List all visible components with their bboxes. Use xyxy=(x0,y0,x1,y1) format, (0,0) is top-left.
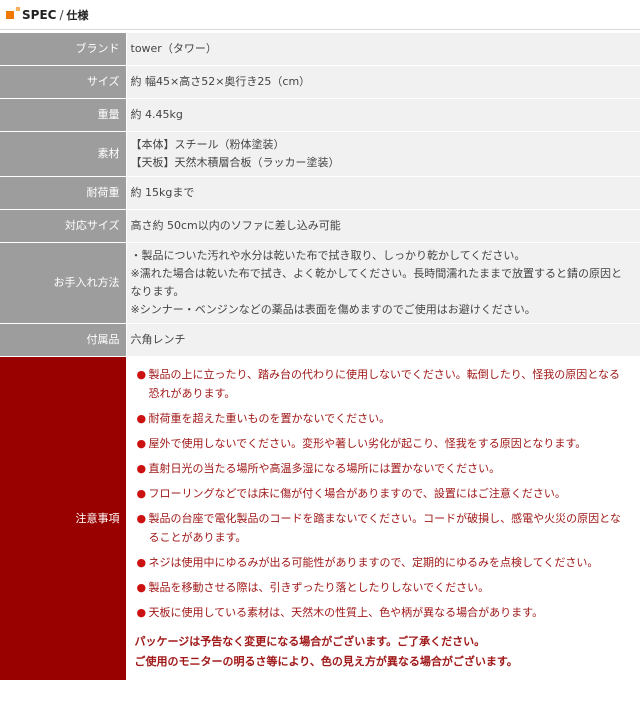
spec-value: 高さ約 50cm以内のソファに差し込み可能 xyxy=(125,209,640,243)
spec-value-line: 約 幅45×高さ52×奥行き25（cm） xyxy=(130,75,311,88)
caution-text: 直射日光の当たる場所や高温多湿になる場所には置かないでください。 xyxy=(148,462,501,475)
spec-row-brand: ブランド tower（タワー） xyxy=(0,33,640,66)
spec-label: サイズ xyxy=(0,65,126,99)
caution-item: ● 製品の台座で電化製品のコードを踏まないでください。コードが破損し、感電や火災の… xyxy=(135,509,631,547)
bullet-icon: ● xyxy=(136,412,147,425)
spec-value-line: 高さ約 50cm以内のソファに差し込み可能 xyxy=(130,219,341,232)
caution-text: 耐荷重を超えた重いものを置かないでください。 xyxy=(148,412,391,425)
spec-label: 素材 xyxy=(0,131,126,177)
spec-label: 耐荷重 xyxy=(0,176,126,210)
caution-item: ● フローリングなどでは床に傷が付く場合がありますので、設置にはご注意ください。 xyxy=(135,484,631,503)
spec-title-en: SPEC xyxy=(22,7,57,22)
spec-row-compatible-size: 対応サイズ 高さ約 50cm以内のソファに差し込み可能 xyxy=(0,209,640,243)
bullet-icon: ● xyxy=(136,556,147,569)
spec-header: SPEC / 仕様 xyxy=(0,0,640,30)
caution-item: ● 直射日光の当たる場所や高温多湿になる場所には置かないでください。 xyxy=(135,459,631,478)
spec-value-line: 六角レンチ xyxy=(130,333,186,346)
spec-label: 重量 xyxy=(0,98,126,132)
spec-row-cautions: 注意事項 ● 製品の上に立ったり、踏み台の代わりに使用しないでください。転倒したり… xyxy=(0,356,640,681)
caution-text: 製品を移動させる際は、引きずったり落としたりしないでください。 xyxy=(148,581,490,594)
spec-value: 約 幅45×高さ52×奥行き25（cm） xyxy=(125,65,640,99)
spec-value: 【本体】スチール（粉体塗装） 【天板】天然木積層合板（ラッカー塗装） xyxy=(125,131,640,177)
spec-label: 対応サイズ xyxy=(0,209,126,243)
package-notice: パッケージは予告なく変更になる場合がございます。ご了承ください。 xyxy=(134,635,486,648)
spec-label: ブランド xyxy=(0,33,126,66)
spec-label: お手入れ方法 xyxy=(0,242,126,324)
spec-row-size: サイズ 約 幅45×高さ52×奥行き25（cm） xyxy=(0,65,640,99)
spec-value-line: ※シンナー・ベンジンなどの薬品は表面を傷めますのでご使用はお避けください。 xyxy=(130,303,536,316)
bullet-icon: ● xyxy=(136,606,147,619)
spec-table: ブランド tower（タワー） サイズ 約 幅45×高さ52×奥行き25（cm）… xyxy=(0,33,640,681)
spec-row-load: 耐荷重 約 15kgまで xyxy=(0,176,640,210)
spec-value-line: tower（タワー） xyxy=(130,42,217,55)
bullet-icon: ● xyxy=(136,512,147,525)
spec-value: tower（タワー） xyxy=(125,33,640,66)
spec-value-line: 約 15kgまで xyxy=(130,186,195,199)
spec-row-material: 素材 【本体】スチール（粉体塗装） 【天板】天然木積層合板（ラッカー塗装） xyxy=(0,131,640,177)
cautions-label: 注意事項 xyxy=(0,356,126,681)
spec-value-line: ・製品についた汚れや水分は乾いた布で拭き取り、しっかり乾かしてください。 xyxy=(130,249,526,262)
small-square-icon xyxy=(16,6,20,11)
spec-label: 付属品 xyxy=(0,323,126,357)
bullet-icon: ● xyxy=(136,437,147,450)
caution-text: 製品の台座で電化製品のコードを踏まないでください。コードが破損し、感電や火災の原… xyxy=(148,512,621,544)
caution-text: 天板に使用している素材は、天然木の性質上、色や柄が異なる場合があります。 xyxy=(148,606,544,619)
caution-item: ● 屋外で使用しないでください。変形や著しい劣化が起こり、怪我をする原因となります… xyxy=(135,434,631,453)
monitor-notice: ご使用のモニターの明るさ等により、色の見え方が異なる場合がございます。 xyxy=(134,655,518,668)
bullet-icon: ● xyxy=(136,462,147,475)
bullet-icon: ● xyxy=(136,487,147,500)
title-separator: / xyxy=(59,7,64,22)
spec-row-weight: 重量 約 4.45kg xyxy=(0,98,640,132)
spec-value-line: ※濡れた場合は乾いた布で拭き、よく乾かしてください。長時間濡れたままで放置すると… xyxy=(130,267,622,298)
spec-value-line: 【天板】天然木積層合板（ラッカー塗装） xyxy=(130,156,340,169)
caution-item: ● ネジは使用中にゆるみが出る可能性がありますので、定期的にゆるみを点検してくださ… xyxy=(135,553,631,572)
cautions-value: ● 製品の上に立ったり、踏み台の代わりに使用しないでください。転倒したり、怪我の原… xyxy=(125,356,640,681)
spec-value-line: 【本体】スチール（粉体塗装） xyxy=(130,138,285,151)
spec-value-line: 約 4.45kg xyxy=(130,108,183,121)
caution-list: ● 製品の上に立ったり、踏み台の代わりに使用しないでください。転倒したり、怪我の原… xyxy=(135,365,631,622)
caution-text: 製品の上に立ったり、踏み台の代わりに使用しないでください。転倒したり、怪我の原因… xyxy=(148,368,620,400)
bullet-icon: ● xyxy=(136,581,147,594)
caution-item: ● 天板に使用している素材は、天然木の性質上、色や柄が異なる場合があります。 xyxy=(135,603,631,622)
caution-text: ネジは使用中にゆるみが出る可能性がありますので、定期的にゆるみを点検してください… xyxy=(148,556,599,569)
spec-title-ja: 仕様 xyxy=(66,8,89,22)
bullet-icon: ● xyxy=(136,368,147,381)
spec-row-care: お手入れ方法 ・製品についた汚れや水分は乾いた布で拭き取り、しっかり乾かしてくだ… xyxy=(0,242,640,324)
spec-value: 約 4.45kg xyxy=(125,98,640,132)
spec-value: 六角レンチ xyxy=(125,323,640,357)
caution-text: フローリングなどでは床に傷が付く場合がありますので、設置にはご注意ください。 xyxy=(148,487,566,500)
caution-item: ● 耐荷重を超えた重いものを置かないでください。 xyxy=(135,409,631,428)
caution-item: ● 製品の上に立ったり、踏み台の代わりに使用しないでください。転倒したり、怪我の原… xyxy=(135,365,631,403)
spec-row-accessories: 付属品 六角レンチ xyxy=(0,323,640,357)
notice-block: パッケージは予告なく変更になる場合がございます。ご了承ください。 ご使用のモニタ… xyxy=(135,632,631,672)
orange-square-icon xyxy=(6,10,14,19)
spec-value: ・製品についた汚れや水分は乾いた布で拭き取り、しっかり乾かしてください。 ※濡れ… xyxy=(125,242,640,324)
caution-text: 屋外で使用しないでください。変形や著しい劣化が起こり、怪我をする原因となります。 xyxy=(148,437,587,450)
spec-value: 約 15kgまで xyxy=(125,176,640,210)
caution-item: ● 製品を移動させる際は、引きずったり落としたりしないでください。 xyxy=(135,578,631,597)
